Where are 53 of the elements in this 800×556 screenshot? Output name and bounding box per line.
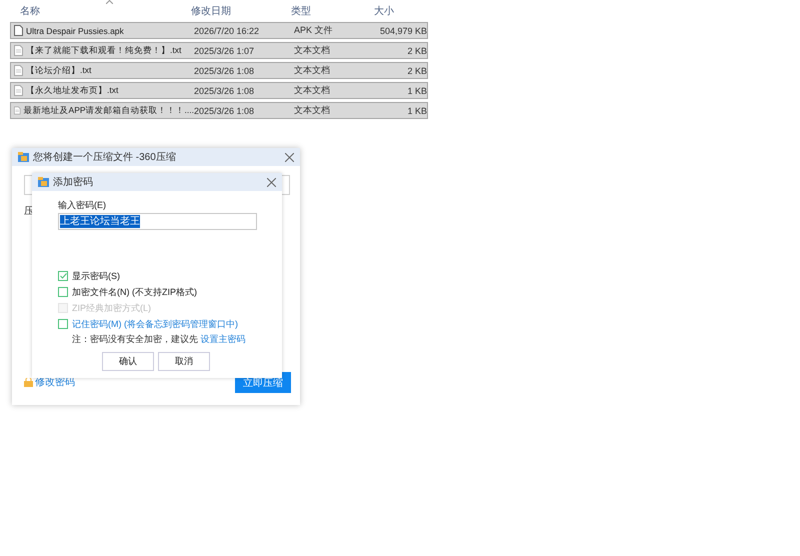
type-cell-text: 文本文档: [294, 104, 331, 117]
size-cell-text: 2 KB: [406, 66, 428, 76]
document-icon: [14, 105, 21, 116]
file-row[interactable]: 【论坛介绍】.txt 2025/3/26 1:08 文本文档 2 KB: [10, 62, 428, 79]
date-cell-text: 2025/3/26 1:08: [194, 106, 256, 116]
date-cell-text: 2026/7/20 16:22: [194, 26, 260, 36]
option-label[interactable]: 记住密码(M) (将会备忘到密码管理窗口中): [72, 318, 238, 330]
file-name: Ultra Despair Pussies.apk: [11, 25, 194, 36]
type-cell-text: 文本文档: [294, 84, 331, 97]
dialog-title: 添加密码: [53, 176, 93, 189]
note-text: 注：密码没有安全加密，建议先 设置主密码: [72, 333, 247, 346]
size-cell-text: 1 KB: [406, 106, 428, 116]
column-header[interactable]: 名称: [8, 4, 191, 18]
close-icon[interactable]: [267, 178, 276, 186]
file-name: 【永久地址发布页】.txt: [11, 84, 194, 96]
checkbox[interactable]: [58, 287, 68, 297]
password-field[interactable]: 上老王论坛当老王: [58, 213, 257, 230]
set-master-password-link[interactable]: 设置主密码: [200, 334, 246, 344]
folder-icon: [18, 152, 29, 162]
column-header[interactable]: 修改日期: [191, 4, 291, 18]
document-icon: [14, 85, 23, 96]
file-row[interactable]: Ultra Despair Pussies.apk 2026/7/20 16:22 APK 文件 504,979 KB: [10, 22, 428, 39]
lock-icon: [24, 378, 33, 386]
file-row[interactable]: 【永久地址发布页】.txt 2025/3/26 1:08 文本文档 1 KB: [10, 82, 428, 99]
checkbox[interactable]: [58, 271, 68, 281]
document-icon: [14, 65, 23, 76]
file-row[interactable]: 最新地址及APP请发邮箱自动获取！！！....2025/3/26 1:08 文本文档 1 KB: [10, 102, 428, 119]
cancel-button[interactable]: 取消: [158, 352, 210, 371]
file-icon: [14, 25, 23, 36]
folder-icon: [38, 177, 49, 187]
type-cell-text: 文本文档: [294, 44, 331, 57]
column-header[interactable]: 大小: [374, 4, 429, 18]
size-cell-text: 2 KB: [406, 46, 428, 56]
option-label[interactable]: 显示密码(S): [72, 270, 120, 282]
file-name: 最新地址及APP请发邮箱自动获取！！！....: [11, 104, 194, 116]
file-row[interactable]: 【来了就能下载和观看！纯免费！】.txt 2025/3/26 1:07 文本文档 2 KB: [10, 42, 428, 59]
type-cell-text: 文本文档: [294, 64, 331, 77]
file-name: 【来了就能下载和观看！纯免费！】.txt: [11, 44, 194, 56]
size-cell-text: 1 KB: [406, 86, 428, 96]
size-cell-text: 504,979 KB: [378, 26, 428, 36]
option-label[interactable]: 加密文件名(N) (不支持ZIP格式): [72, 286, 197, 298]
confirm-button[interactable]: 确认: [102, 352, 154, 371]
date-cell-text: 2025/3/26 1:07: [194, 46, 256, 56]
file-name: 【论坛介绍】.txt: [11, 64, 194, 76]
checkbox[interactable]: [58, 319, 68, 329]
date-cell-text: 2025/3/26 1:08: [194, 86, 256, 96]
close-icon[interactable]: [285, 152, 294, 162]
date-cell-text: 2025/3/26 1:08: [194, 66, 256, 76]
column-header[interactable]: 类型: [291, 4, 374, 18]
field-label: 输入密码(E): [58, 199, 107, 212]
document-icon: [14, 45, 23, 56]
window-title: 您将创建一个压缩文件 -360压缩: [33, 150, 176, 164]
type-cell-text: APK 文件: [294, 24, 334, 37]
